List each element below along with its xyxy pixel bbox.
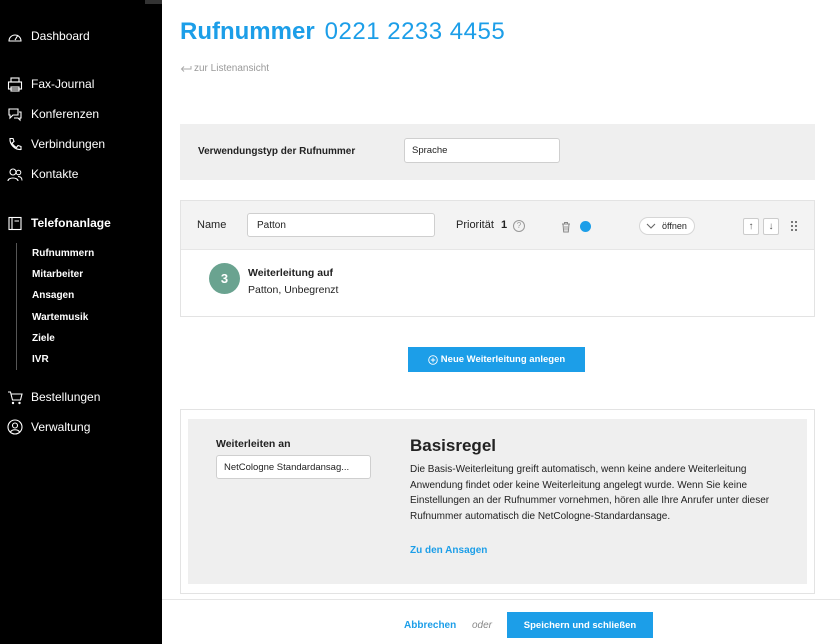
telephone-system-icon (6, 214, 24, 232)
new-forwarding-label: Neue Weiterleitung anlegen (440, 354, 566, 365)
sidebar-item-konferenzen[interactable]: Konferenzen (0, 102, 99, 126)
trash-icon[interactable] (560, 220, 572, 233)
phone-number: 0221 2233 4455 (324, 18, 506, 45)
sidebar-item-label: Konferenzen (31, 107, 100, 121)
return-arrow-icon (180, 64, 192, 74)
cancel-link[interactable]: Abbrechen (404, 620, 456, 631)
forwarding-subtitle: Patton, Unbegrenzt (248, 284, 339, 296)
fax-icon (6, 75, 24, 93)
forward-to-label: Weiterleiten an (216, 438, 291, 450)
sidebar-top-divider (145, 0, 162, 4)
subnav-item-ziele[interactable]: Ziele (17, 328, 146, 349)
priority-label: Priorität (456, 219, 494, 231)
name-label: Name (197, 219, 227, 231)
sidebar-item-label: Dashboard (31, 29, 90, 43)
cart-icon (6, 388, 24, 406)
sidebar-item-fax-journal[interactable]: Fax-Journal (0, 72, 94, 96)
usage-type-label: Verwendungstyp der Rufnummer (198, 146, 356, 157)
open-button[interactable]: öffnen (639, 217, 695, 235)
basis-rule-panel: Weiterleiten an NetCologne Standardansag… (188, 419, 807, 584)
back-link-label: zur Listenansicht (194, 63, 270, 74)
subnav-item-mitarbeiter[interactable]: Mitarbeiter (17, 264, 146, 285)
priority-value: 1 (501, 219, 508, 231)
gauge-icon (6, 27, 24, 45)
move-down-button[interactable]: ↓ (763, 218, 779, 235)
sidebar-item-label: Verbindungen (31, 137, 106, 151)
sidebar-item-kontakte[interactable]: Kontakte (0, 162, 78, 186)
user-icon (6, 418, 24, 436)
main-content: Rufnummer 0221 2233 4455 zur Listenansich… (162, 0, 840, 644)
or-text: oder (472, 620, 493, 631)
forwarding-card-header: Name Patton Priorität 1 ? öffnen ↑ ↓ (181, 201, 814, 250)
back-to-list-link[interactable]: zur Listenansicht (180, 63, 269, 74)
new-forwarding-button[interactable]: Neue Weiterleitung anlegen (408, 347, 585, 372)
sidebar-item-telefonanlage[interactable]: Telefonanlage (0, 211, 111, 235)
conference-icon (6, 105, 24, 123)
forwarding-title: Weiterleitung auf (248, 267, 333, 279)
sidebar-item-label: Fax-Journal (31, 77, 95, 91)
plus-circle-icon (428, 354, 438, 365)
help-icon[interactable]: ? (513, 220, 525, 232)
sidebar-item-verwaltung[interactable]: Verwaltung (0, 415, 90, 439)
usage-type-panel: Verwendungstyp der Rufnummer Sprache (180, 124, 815, 180)
chevron-down-icon (646, 222, 656, 230)
usage-type-select[interactable]: Sprache (404, 138, 560, 163)
forward-to-select[interactable]: NetCologne Standardansag... (216, 455, 371, 479)
drag-handle-icon[interactable] (791, 221, 799, 231)
page-title-label: Rufnummer (180, 18, 315, 45)
subnav-item-rufnummern[interactable]: Rufnummern (17, 243, 146, 264)
basis-rule-card: Weiterleiten an NetCologne Standardansag… (180, 409, 815, 594)
sidebar: Dashboard Fax-Journal Konferenzen Verbin… (0, 0, 162, 644)
basis-rule-title: Basisregel (410, 436, 496, 455)
basis-rule-description: Die Basis-Weiterleitung greift automatis… (410, 464, 770, 522)
sidebar-item-verbindungen[interactable]: Verbindungen (0, 132, 105, 156)
active-toggle[interactable] (580, 221, 591, 232)
subnav-item-wartemusik[interactable]: Wartemusik (17, 307, 146, 328)
sidebar-item-label: Kontakte (31, 167, 79, 181)
subnav-item-ansagen[interactable]: Ansagen (17, 285, 146, 306)
move-up-button[interactable]: ↑ (743, 218, 759, 235)
subnav-item-ivr[interactable]: IVR (17, 349, 146, 370)
phone-icon (6, 135, 24, 153)
sidebar-item-bestellungen[interactable]: Bestellungen (0, 385, 100, 409)
sidebar-item-label: Bestellungen (31, 390, 101, 404)
name-input[interactable]: Patton (247, 213, 435, 237)
open-button-label: öffnen (662, 221, 687, 231)
save-and-close-button[interactable]: Speichern und schließen (507, 612, 653, 638)
contacts-icon (6, 165, 24, 183)
sidebar-item-label: Telefonanlage (31, 216, 111, 230)
footer-bar: Abbrechen oder Speichern und schließen (162, 599, 840, 644)
sidebar-subnav: Rufnummern Mitarbeiter Ansagen Wartemusi… (16, 243, 146, 371)
sidebar-item-dashboard[interactable]: Dashboard (0, 24, 90, 48)
step-number-badge: 3 (209, 263, 240, 294)
forwarding-card: Name Patton Priorität 1 ? öffnen ↑ ↓ 3 W… (180, 200, 815, 317)
sidebar-item-label: Verwaltung (31, 420, 91, 434)
page-title: Rufnummer 0221 2233 4455 (180, 18, 505, 46)
to-announcements-link[interactable]: Zu den Ansagen (410, 545, 487, 556)
